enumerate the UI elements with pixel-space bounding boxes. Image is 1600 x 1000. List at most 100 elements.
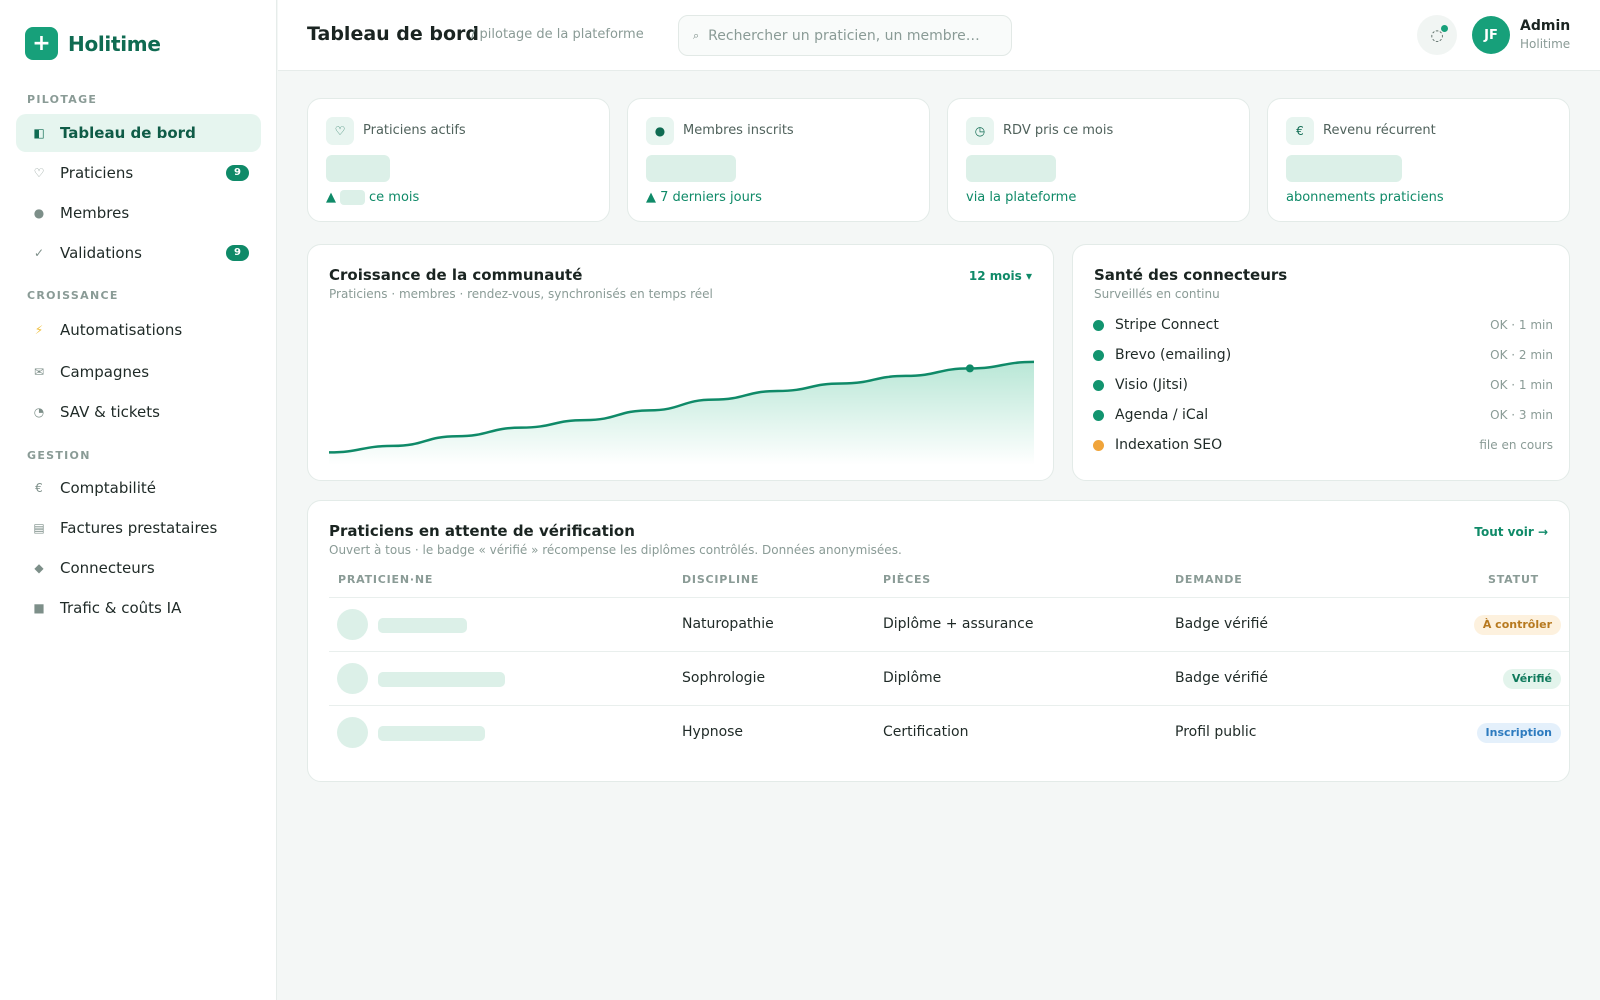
kpi-label: Revenu récurrent [1323, 123, 1436, 138]
growth-area [329, 361, 1034, 465]
chart-icon: ■ [33, 601, 45, 615]
sidebar-item-automatisations[interactable]: ⚡ Automatisations [16, 311, 261, 349]
sidebar-item-tableau-de-bord[interactable]: ◧ Tableau de bord [16, 114, 261, 152]
sidebar-item-label: Connecteurs [60, 559, 155, 577]
connector-row-agenda[interactable]: Agenda / iCal OK · 3 min [1093, 405, 1553, 425]
range-select[interactable]: 12 mois ▾ [969, 269, 1032, 283]
growth-points [965, 364, 974, 373]
connectors-title: Santé des connecteurs [1094, 266, 1288, 284]
connectors-card: Santé des connecteurs Surveillés en cont… [1072, 244, 1570, 481]
heart-icon: ♡ [33, 166, 45, 180]
sidebar-item-comptabilite[interactable]: € Comptabilité [16, 469, 261, 507]
connector-row-brevo[interactable]: Brevo (emailing) OK · 2 min [1093, 345, 1553, 365]
sidebar-item-label: Membres [60, 204, 130, 222]
pending-card: Praticiens en attente de vérification Ou… [307, 500, 1570, 782]
cell-demande: Profil public [1175, 724, 1257, 740]
column-header: DEMANDE [1175, 573, 1243, 586]
heart-icon: ♡ [326, 117, 354, 145]
avatar-placeholder [337, 717, 368, 748]
kpi-label: Praticiens actifs [363, 123, 466, 138]
cell-demande: Badge vérifié [1175, 670, 1268, 686]
see-all-link[interactable]: Tout voir → [1474, 525, 1548, 539]
user-org: Holitime [1520, 37, 1571, 51]
cell-demande: Badge vérifié [1175, 616, 1268, 632]
sidebar-item-campagnes[interactable]: ✉ Campagnes [16, 353, 261, 391]
cell-pieces: Diplôme [883, 670, 942, 686]
page-subtitle: / pilotage de la plateforme [471, 27, 644, 42]
pending-subtitle: Ouvert à tous · le badge « vérifié » réc… [329, 543, 902, 557]
column-header: STATUT [1488, 573, 1539, 586]
mail-icon: ✉ [33, 365, 45, 379]
growth-point-highlight[interactable] [965, 364, 974, 373]
pending-title: Praticiens en attente de vérification [329, 522, 635, 540]
connector-status: OK · 1 min [1490, 378, 1553, 392]
nav-section-croissance: CROISSANCE [27, 289, 119, 302]
name-placeholder [378, 672, 505, 687]
sidebar-item-label: Tableau de bord [60, 124, 196, 142]
kpi-value-placeholder [646, 155, 736, 182]
connector-status: file en cours [1479, 438, 1553, 452]
status-dot [1093, 319, 1104, 331]
kpi-foot: abonnements praticiens [1286, 190, 1444, 205]
status-dot [1093, 439, 1104, 451]
brand[interactable]: + Holitime [25, 27, 161, 60]
sidebar-item-label: Automatisations [60, 321, 183, 339]
connector-name: Brevo (emailing) [1115, 347, 1232, 363]
sidebar-item-sav-tickets[interactable]: ◔ SAV & tickets [16, 393, 261, 431]
connector-row-seo[interactable]: Indexation SEO file en cours [1093, 435, 1553, 455]
connectors-subtitle: Surveillés en continu [1094, 287, 1220, 301]
search-box[interactable]: ⌕ [678, 15, 1012, 56]
sidebar-item-praticiens[interactable]: ♡ Praticiens 9 [16, 154, 261, 192]
cell-pieces: Diplôme + assurance [883, 616, 1034, 632]
support-icon: ◔ [33, 405, 45, 419]
kpi-delta-placeholder [340, 190, 365, 205]
notification-button[interactable]: ◌ [1417, 15, 1457, 55]
growth-card: Croissance de la communauté Praticiens ·… [307, 244, 1054, 481]
connector-name: Indexation SEO [1115, 437, 1223, 453]
name-placeholder [378, 726, 485, 741]
sidebar-item-label: Praticiens [60, 164, 134, 182]
table-row[interactable]: Hypnose Certification Profil public Insc… [329, 705, 1569, 759]
plus-cross-icon: + [25, 27, 58, 60]
status-dot [1093, 349, 1104, 361]
check-icon: ✓ [33, 246, 45, 260]
table-row[interactable]: Sophrologie Diplôme Badge vérifié Vérifi… [329, 651, 1569, 705]
kpi-foot: ▲ 7 derniers jours [646, 190, 762, 205]
kpi-card-rdv[interactable]: ◷ RDV pris ce mois via la plateforme [947, 98, 1250, 222]
connector-row-stripe[interactable]: Stripe Connect OK · 1 min [1093, 315, 1553, 335]
diamond-icon: ◆ [34, 561, 44, 575]
connector-row-visio[interactable]: Visio (Jitsi) OK · 1 min [1093, 375, 1553, 395]
members-icon: ● [646, 117, 674, 145]
avatar-placeholder [337, 663, 368, 694]
status-badge: À contrôler [1473, 615, 1561, 635]
avatar-placeholder [337, 609, 368, 640]
kpi-card-praticiens[interactable]: ♡ Praticiens actifs ▲ ce mois [307, 98, 610, 222]
kpi-card-revenu[interactable]: € Revenu récurrent abonnements praticien… [1267, 98, 1570, 222]
avatar[interactable]: JF [1472, 16, 1510, 54]
kpi-value-placeholder [966, 155, 1056, 182]
status-badge: Vérifié [1502, 669, 1561, 689]
sidebar-item-validations[interactable]: ✓ Validations 9 [16, 234, 261, 272]
table-row[interactable]: Naturopathie Diplôme + assurance Badge v… [329, 597, 1569, 651]
kpi-card-membres[interactable]: ● Membres inscrits ▲ 7 derniers jours [627, 98, 930, 222]
search-input[interactable] [708, 27, 999, 44]
cell-discipline: Hypnose [682, 724, 744, 740]
count-badge: 9 [226, 245, 249, 261]
sidebar-item-connecteurs[interactable]: ◆ Connecteurs [16, 549, 261, 587]
dashboard-icon: ◧ [33, 126, 45, 140]
column-header: DISCIPLINE [682, 573, 760, 586]
sidebar-item-membres[interactable]: ● Membres [16, 194, 261, 232]
count-badge: 9 [226, 165, 249, 181]
column-header: PIÈCES [883, 573, 931, 586]
kpi-label: Membres inscrits [683, 123, 794, 138]
sidebar-item-trafic-ia[interactable]: ■ Trafic & coûts IA [16, 589, 261, 627]
kpi-value-placeholder [326, 155, 390, 182]
kpi-label: RDV pris ce mois [1003, 123, 1114, 138]
clock-icon: ◷ [966, 117, 994, 145]
sidebar-item-label: Factures prestataires [60, 519, 218, 537]
growth-chart [329, 360, 1034, 465]
kpi-foot-text: ce mois [369, 190, 420, 205]
sidebar-item-factures[interactable]: ▤ Factures prestataires [16, 509, 261, 547]
sidebar-item-label: Comptabilité [60, 479, 156, 497]
kpi-foot: ▲ ce mois [326, 190, 419, 205]
